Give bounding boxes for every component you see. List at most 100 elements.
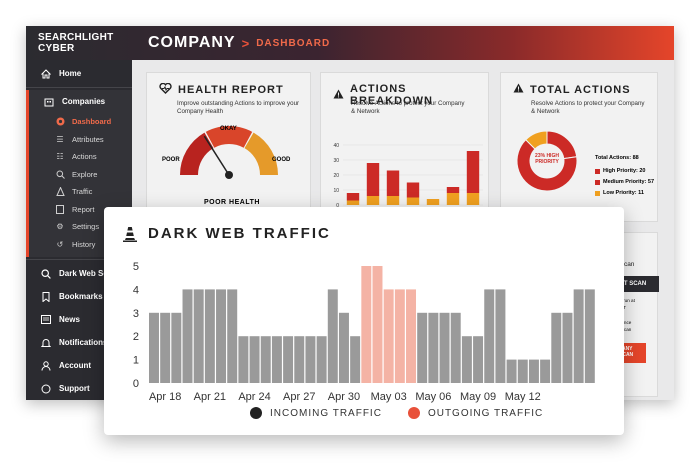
traffic-bar [171, 312, 182, 383]
traffic-bar [484, 289, 495, 383]
health-report-title: HEALTH REPORT [159, 82, 284, 97]
warning-icon [513, 83, 524, 96]
newspaper-icon [40, 314, 52, 326]
legend-incoming-dot [250, 407, 262, 419]
health-report-card: HEALTH REPORT Improve outstanding Action… [146, 72, 311, 222]
traffic-bar [495, 289, 506, 383]
sidebar-item-label: Account [59, 361, 91, 370]
low-priority-swatch [595, 190, 600, 196]
traffic-bar [305, 336, 316, 383]
searchlight-logo[interactable]: SEARCHLIGHT CYBER [38, 32, 128, 54]
traffic-bar [517, 359, 528, 383]
bar-segment [466, 193, 480, 205]
high-priority-row: High Priority: 20 [595, 168, 645, 174]
traffic-bar [361, 266, 372, 383]
bar-segment [346, 193, 360, 201]
traffic-bar [506, 359, 517, 383]
sidebar-item-home[interactable]: Home [26, 62, 132, 85]
x-tick-label: May 12 [505, 391, 541, 403]
bar-segment [366, 163, 380, 196]
traffic-bar [238, 336, 249, 383]
gauge-poor-segment [180, 132, 214, 176]
sidebar-item-label: Home [59, 69, 82, 78]
traffic-bar [428, 312, 439, 383]
list-icon: ☰ [56, 134, 64, 144]
y-tick-label: 30 [333, 158, 339, 164]
high-priority-swatch [595, 168, 600, 174]
traffic-bar [160, 312, 171, 383]
y-tick-label: 1 [133, 355, 139, 367]
traffic-bar [584, 289, 595, 383]
legend-outgoing[interactable]: OUTGOING TRAFFIC [407, 407, 543, 419]
y-tick-label: 2 [133, 331, 139, 343]
sidebar-item-label: History [72, 239, 96, 249]
sidebar-item-explore[interactable]: Explore [29, 166, 132, 184]
traffic-bar [540, 359, 551, 383]
traffic-bar [473, 336, 484, 383]
legend-outgoing-dot [407, 407, 420, 419]
gauge-needle-hub [225, 171, 233, 179]
sidebar-item-label: Settings [72, 222, 100, 232]
breadcrumb: COMPANY > DASHBOARD [148, 34, 330, 52]
traffic-bar [338, 312, 349, 383]
dashboard-icon [55, 117, 65, 127]
sidebar-item-label: News [59, 315, 80, 324]
history-icon: ↺ [56, 239, 64, 249]
gauge-label-poor: POOR [162, 157, 180, 163]
traffic-bar [260, 336, 271, 383]
user-icon [40, 360, 52, 372]
y-tick-label: 4 [133, 284, 139, 296]
logo-line-2: CYBER [38, 43, 75, 54]
total-actions-subtitle: Resolve Actions to protect your Company … [531, 100, 645, 115]
x-tick-label: Apr 18 [149, 391, 181, 403]
traffic-cone-icon [55, 187, 65, 197]
bar-segment [426, 199, 440, 205]
actions-breakdown-card: ACTIONS BREAKDOWN Resolve Actions to pro… [320, 72, 489, 223]
chat-icon [40, 383, 52, 395]
traffic-bar [417, 312, 428, 383]
bar-segment [386, 196, 400, 205]
sidebar-item-attributes[interactable]: ☰ Attributes [29, 131, 132, 149]
sidebar-item-actions[interactable]: ☷ Actions [29, 148, 132, 166]
bar-segment [366, 196, 380, 205]
bar-segment [466, 151, 480, 193]
sidebar-item-label: Explore [72, 169, 98, 179]
traffic-bar [204, 289, 215, 383]
y-tick-label: 5 [133, 261, 139, 273]
bookmark-icon [40, 291, 52, 303]
breadcrumb-page: DASHBOARD [256, 37, 331, 49]
health-status: POOR HEALTH [204, 199, 260, 206]
sidebar-item-label: Dashboard [72, 117, 112, 127]
heart-pulse-icon [159, 82, 172, 97]
gauge-label-okay: OKAY [220, 126, 237, 132]
bar-segment [406, 197, 420, 205]
sidebar-item-companies[interactable]: Companies [29, 90, 132, 113]
y-tick-label: 40 [333, 143, 339, 149]
traffic-bar [573, 289, 584, 383]
legend-incoming[interactable]: INCOMING TRAFFIC [250, 407, 382, 419]
low-priority-row: Low Priority: 11 [595, 190, 644, 196]
bar-segment [386, 170, 400, 196]
traffic-bar [193, 289, 204, 383]
traffic-bar [294, 336, 305, 383]
breadcrumb-section[interactable]: COMPANY [148, 34, 236, 52]
y-tick-label: 10 [333, 188, 339, 194]
search-icon [40, 268, 52, 280]
sidebar-item-traffic[interactable]: Traffic [29, 183, 132, 201]
sidebar-item-label: Bookmarks [59, 292, 103, 301]
sidebar-item-dashboard[interactable]: Dashboard [29, 113, 132, 131]
traffic-legend: INCOMING TRAFFIC OUTGOING TRAFFIC [250, 407, 569, 419]
traffic-bar [316, 336, 327, 383]
y-tick-label: 3 [133, 308, 139, 320]
dark-web-traffic-card: DARK WEB TRAFFIC 0 1 2 3 4 5 Apr 18 Apr 21 Apr 2… [104, 207, 624, 435]
x-tick-label: May 09 [460, 391, 496, 403]
traffic-bar [372, 266, 383, 383]
sidebar-item-label: Attributes [72, 134, 104, 144]
donut-center-label: 23% HIGH PRIORITY [535, 153, 559, 165]
traffic-bar [383, 289, 394, 383]
gear-icon: ⚙ [56, 222, 64, 232]
sidebar-item-label: Companies [62, 97, 106, 106]
traffic-bar [327, 289, 338, 383]
building-icon [43, 96, 55, 108]
checklist-icon: ☷ [56, 152, 64, 162]
